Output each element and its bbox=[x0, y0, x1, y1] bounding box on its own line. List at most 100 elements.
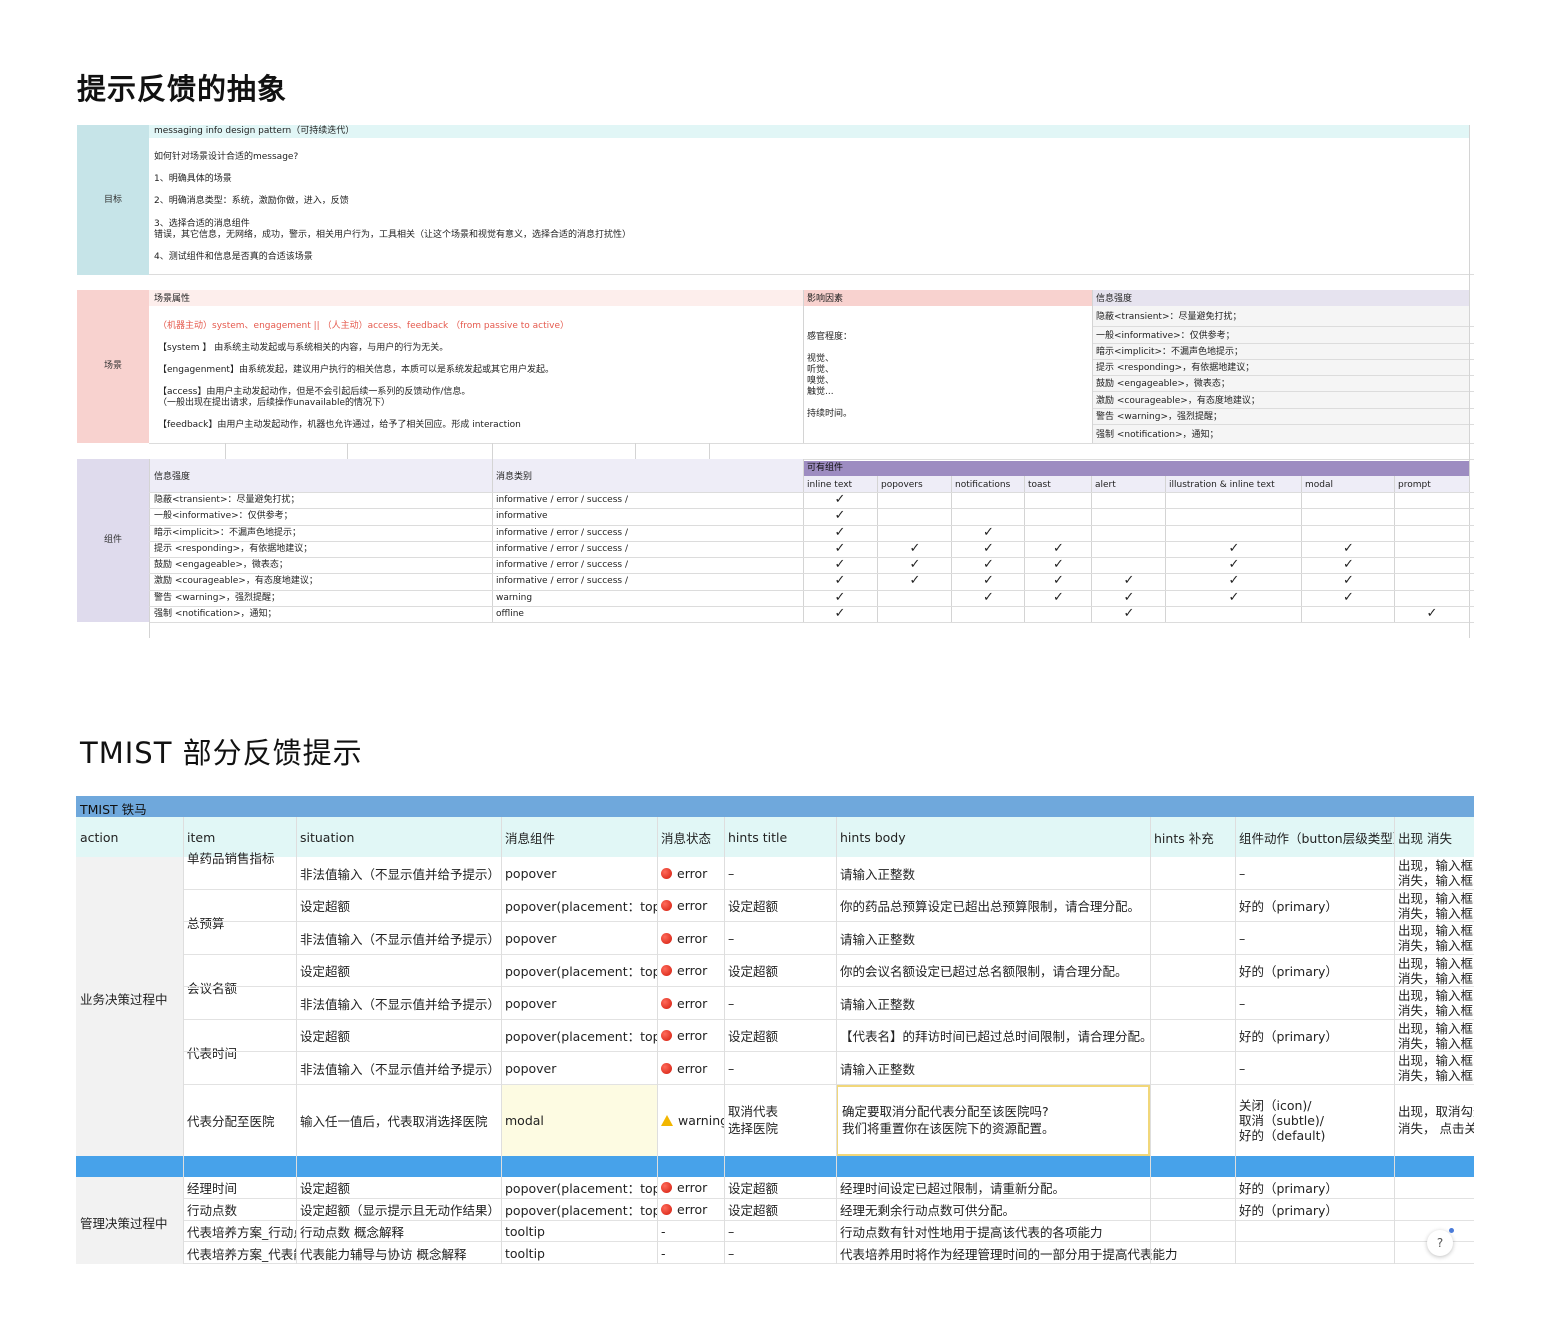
status-text: error bbox=[677, 1060, 708, 1076]
error-dot-icon bbox=[661, 1030, 672, 1042]
status-cell: error bbox=[657, 1199, 724, 1221]
component-row-intensity: 隐蔽<transient>：尽量避免打扰； bbox=[154, 495, 300, 505]
button-action-cell: 好的（primary） bbox=[1239, 899, 1338, 915]
button-action-cell: 关闭（icon)/取消（subtle)/好的（default) bbox=[1235, 1085, 1394, 1157]
component-header-bg bbox=[149, 459, 803, 492]
grid-line bbox=[1394, 476, 1395, 622]
component-col-header: modal bbox=[1305, 480, 1334, 490]
item-cell: 代表时间 bbox=[187, 1045, 238, 1061]
component-cell: popover bbox=[505, 1060, 557, 1076]
component-cell: popover(placement：top) bbox=[505, 1029, 657, 1045]
check-icon: ✓ bbox=[834, 573, 846, 589]
check-icon: ✓ bbox=[1228, 589, 1240, 605]
component-cell: modal bbox=[501, 1084, 657, 1156]
appear-disappear-cell: 出现，输入框5 消失，输入框5 bbox=[1394, 857, 1474, 890]
check-icon: ✓ bbox=[1053, 540, 1064, 556]
button-action-cell: 好的（primary） bbox=[1239, 1203, 1338, 1219]
component-row-intensity: 一般<informative>：仅供参考； bbox=[154, 511, 293, 522]
grid-line bbox=[724, 817, 725, 1264]
disappear-text: 消失，输入框5 bbox=[1398, 1035, 1474, 1051]
disappear-text: 消失，输入框5 bbox=[1398, 873, 1474, 889]
hints-title-cell: 取消代表 选择医院 bbox=[724, 1085, 836, 1157]
hints-body-cell: 经理无剩余行动点数可供分配。 bbox=[840, 1203, 1016, 1219]
status-text: error bbox=[677, 865, 708, 881]
situation-cell: 设定超额 bbox=[300, 899, 351, 915]
component-row-intensity: 强制 <notification>，通知； bbox=[154, 608, 277, 619]
disappear-text: 消失，输入框5 bbox=[1398, 905, 1474, 921]
goal-line: 错误，其它信息，无网络，成功，警示，相关用户行为，工具相关（让这个场景和视觉有意… bbox=[154, 230, 632, 240]
hints-title-cell: 设定超额 bbox=[728, 964, 779, 980]
button-action-cell: – bbox=[1239, 995, 1246, 1011]
check-icon: ✓ bbox=[1228, 557, 1240, 572]
check-icon: ✓ bbox=[1123, 605, 1135, 621]
check-icon: ✓ bbox=[834, 605, 846, 621]
status-cell: error bbox=[657, 890, 724, 923]
grid-line bbox=[836, 817, 837, 1264]
situation-cell: 非法值输入（不显示值并给予提示） bbox=[300, 866, 501, 882]
available-header: 可有组件 bbox=[807, 463, 844, 473]
hints-body-cell: 行动点数有针对性地用于提高该代表的各项能力 bbox=[840, 1224, 1103, 1240]
appear-disappear-cell: 出现，输入框5 消失，输入框5 bbox=[1394, 1052, 1474, 1085]
disappear-text: 消失，输入框5 bbox=[1398, 1003, 1474, 1019]
column-header: hints title bbox=[728, 829, 788, 845]
component-col-header: toast bbox=[1028, 480, 1051, 490]
button-action-cell: – bbox=[1239, 865, 1246, 881]
status-text: - bbox=[661, 1245, 666, 1261]
intensity-header-cell bbox=[1093, 290, 1469, 306]
section-title-abstraction: 提示反馈的抽象 bbox=[77, 72, 288, 106]
component-cell: tooltip bbox=[505, 1245, 545, 1261]
check-icon: ✓ bbox=[834, 524, 846, 540]
intensity-item: 警告 <warning>，强烈提醒； bbox=[1096, 412, 1222, 422]
column-header: situation bbox=[300, 829, 355, 845]
hints-body-line: 我们将重置你在该医院下的资源配置。 bbox=[842, 1121, 1055, 1137]
influence-header-cell bbox=[804, 290, 1092, 306]
intensity-item: 一般<informative>：仅供参考； bbox=[1096, 331, 1235, 341]
sheet-title-bar bbox=[76, 796, 1474, 817]
item-cell: 行动点数 bbox=[187, 1203, 238, 1219]
hints-body-cell-selected[interactable]: 确定要取消分配代表分配至该医院吗? 我们将重置你在该医院下的资源配置。 bbox=[836, 1084, 1150, 1156]
check-icon: ✓ bbox=[1343, 557, 1354, 572]
appear-disappear-cell: 出现，取消勾选消失， 点击关 bbox=[1394, 1085, 1474, 1157]
component-cell: popover(placement：top) bbox=[505, 899, 657, 915]
hints-body-cell: 你的会议名额设定已超过总名额限制，请合理分配。 bbox=[840, 964, 1128, 980]
situation-cell: 非法值输入（不显示值并给予提示） bbox=[300, 1061, 501, 1077]
check-icon: ✓ bbox=[983, 589, 994, 605]
grid-line bbox=[149, 605, 1474, 607]
situation-cell: 设定超额 bbox=[300, 964, 351, 980]
appear-text: 出现，输入框5 bbox=[1398, 988, 1474, 1004]
hints-body-cell: 你的药品总预算设定已超出总预算限制，请合理分配。 bbox=[840, 899, 1141, 915]
scene-attr-header-cell bbox=[149, 290, 803, 306]
status-cell: - bbox=[657, 1242, 724, 1264]
situation-cell: 输入任一值后，代表取消选择医院 bbox=[300, 1113, 488, 1129]
disappear-text: 消失，输入框5 bbox=[1398, 1068, 1474, 1084]
grid-line bbox=[149, 557, 1474, 558]
group2-action: 管理决策过程中 bbox=[80, 1216, 168, 1231]
status-cell: error bbox=[657, 1177, 724, 1199]
hints-title-cell: 设定超额 bbox=[728, 899, 779, 915]
grid-line bbox=[1235, 817, 1236, 1264]
hints-title-line: 选择医院 bbox=[728, 1121, 779, 1137]
intensity-item: 鼓励 <engageable>，微表态； bbox=[1096, 379, 1230, 389]
disappear-text: 消失， 点击关 bbox=[1398, 1121, 1474, 1137]
status-cell: warning bbox=[657, 1085, 724, 1157]
scene-line: 【access】由用户主动发起动作，但是不会引起后续一系列的反馈动作/信息。 bbox=[158, 387, 471, 397]
button-action-cell bbox=[1235, 1221, 1394, 1243]
influence-line: 触觉... bbox=[807, 387, 834, 397]
appear-text: 出现，输入框5 bbox=[1398, 955, 1474, 971]
component-cell: popover bbox=[505, 995, 557, 1011]
appear-text: 出现，输入框5 bbox=[1398, 858, 1474, 874]
grid-line bbox=[183, 1263, 1474, 1264]
check-icon: ✓ bbox=[834, 540, 846, 556]
button-action-cell: 好的（primary） bbox=[1239, 1029, 1338, 1045]
status-text: error bbox=[677, 1028, 708, 1044]
component-row-intensity: 提示 <responding>，有依据地建议； bbox=[154, 543, 313, 554]
error-dot-icon bbox=[661, 997, 672, 1009]
scene-highlight: （机器主动）system、engagement || （人主动）access、f… bbox=[158, 321, 569, 331]
component-row-category: informative / error / success / bbox=[496, 495, 628, 505]
button-action-line: 好的（default) bbox=[1239, 1127, 1326, 1143]
hints-body-cell: 请输入正整数 bbox=[840, 866, 916, 882]
component-cell: popover(placement：top) bbox=[505, 1181, 657, 1197]
help-icon[interactable]: ? bbox=[1427, 1230, 1453, 1256]
item-cell: 代表培养方案_代表能力 bbox=[187, 1246, 296, 1262]
check-icon: ✓ bbox=[983, 524, 994, 540]
